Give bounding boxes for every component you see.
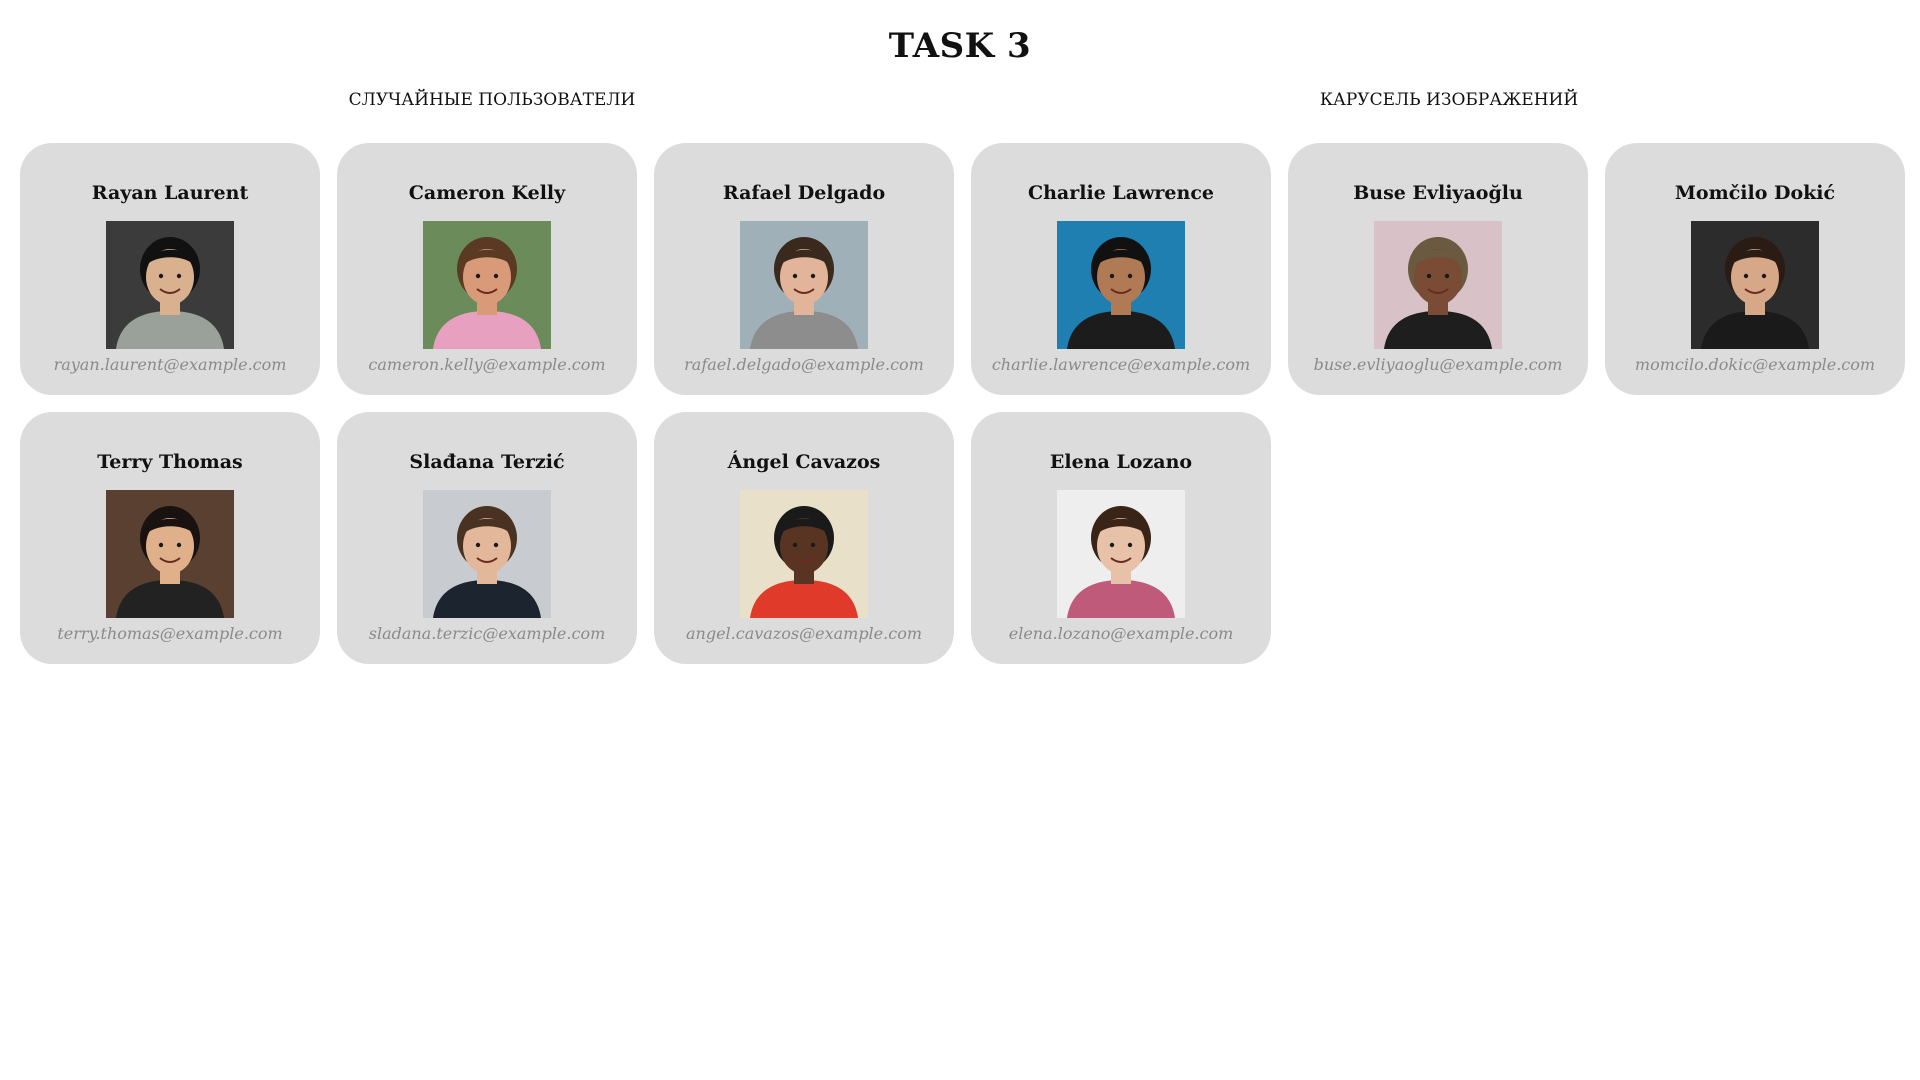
user-name: Rayan Laurent xyxy=(91,182,249,204)
user-name: Rafael Delgado xyxy=(722,182,886,204)
person-photo-icon xyxy=(1691,221,1819,349)
user-card: Rayan Laurent rayan.laurent@example.com xyxy=(20,143,320,395)
user-email: angel.cavazos@example.com xyxy=(686,624,922,643)
user-name: Charlie Lawrence xyxy=(1028,182,1214,204)
person-photo-icon xyxy=(1374,221,1502,349)
user-email: elena.lozano@example.com xyxy=(1008,624,1234,643)
user-avatar xyxy=(1691,221,1819,349)
user-avatar xyxy=(740,490,868,618)
user-name: Momčilo Dokić xyxy=(1674,182,1836,204)
section-title-random-users: Случайные пользователи xyxy=(348,90,636,110)
user-card: Terry Thomas terry.thomas@example.com xyxy=(20,412,320,664)
user-avatar xyxy=(106,221,234,349)
person-photo-icon xyxy=(740,490,868,618)
user-card: Elena Lozano elena.lozano@example.com xyxy=(971,412,1271,664)
user-email: charlie.lawrence@example.com xyxy=(991,355,1251,374)
user-avatar xyxy=(423,221,551,349)
user-name: Ángel Cavazos xyxy=(727,451,881,473)
user-name: Buse Evliyaoğlu xyxy=(1353,182,1523,204)
person-photo-icon xyxy=(423,221,551,349)
user-name: Cameron Kelly xyxy=(408,182,566,204)
user-card: Momčilo Dokić momcilo.dokic@example.com xyxy=(1605,143,1905,395)
user-card: Buse Evliyaoğlu buse.evliyaoglu@example.… xyxy=(1288,143,1588,395)
user-name: Terry Thomas xyxy=(97,451,243,473)
user-email: buse.evliyaoglu@example.com xyxy=(1313,355,1563,374)
user-email: terry.thomas@example.com xyxy=(57,624,283,643)
user-avatar xyxy=(1057,221,1185,349)
person-photo-icon xyxy=(106,490,234,618)
page-title: TASK 3 xyxy=(888,26,1032,66)
user-card: Slađana Terzić sladana.terzic@example.co… xyxy=(337,412,637,664)
user-avatar xyxy=(106,490,234,618)
user-email: cameron.kelly@example.com xyxy=(368,355,606,374)
user-email: momcilo.dokic@example.com xyxy=(1634,355,1876,374)
user-card-grid: Rayan Laurent rayan.laurent@example.com … xyxy=(20,143,1910,664)
user-avatar xyxy=(1057,490,1185,618)
user-name: Slađana Terzić xyxy=(409,451,565,473)
user-email: rayan.laurent@example.com xyxy=(53,355,287,374)
user-avatar xyxy=(423,490,551,618)
person-photo-icon xyxy=(106,221,234,349)
section-title-image-carousel: Карусель изображений xyxy=(1319,90,1579,110)
user-avatar xyxy=(740,221,868,349)
person-photo-icon xyxy=(1057,490,1185,618)
user-email: sladana.terzic@example.com xyxy=(368,624,606,643)
person-photo-icon xyxy=(740,221,868,349)
user-name: Elena Lozano xyxy=(1049,451,1193,473)
user-card: Charlie Lawrence charlie.lawrence@exampl… xyxy=(971,143,1271,395)
user-avatar xyxy=(1374,221,1502,349)
person-photo-icon xyxy=(423,490,551,618)
user-email: rafael.delgado@example.com xyxy=(684,355,924,374)
user-card: Cameron Kelly cameron.kelly@example.com xyxy=(337,143,637,395)
person-photo-icon xyxy=(1057,221,1185,349)
user-card: Rafael Delgado rafael.delgado@example.co… xyxy=(654,143,954,395)
user-card: Ángel Cavazos angel.cavazos@example.com xyxy=(654,412,954,664)
